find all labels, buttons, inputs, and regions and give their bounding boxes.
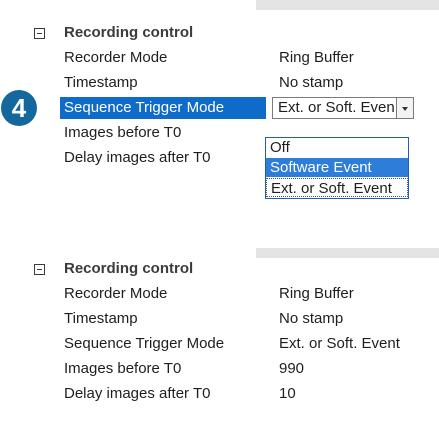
property-value[interactable]: Ring Buffer: [279, 285, 354, 302]
trigger-mode-dropdown-list[interactable]: Off Software Event Ext. or Soft. Event: [265, 137, 409, 199]
property-name: Timestamp: [64, 74, 138, 91]
dropdown-option-software-event[interactable]: Software Event: [266, 158, 408, 177]
property-row-recorder-mode[interactable]: Recorder Mode Ring Buffer: [0, 283, 439, 307]
collapse-icon[interactable]: [34, 264, 45, 275]
property-name: Images before T0: [64, 360, 182, 377]
property-value[interactable]: 990: [279, 360, 304, 377]
category-label: Recording control: [64, 24, 194, 41]
property-row-timestamp[interactable]: Timestamp No stamp: [0, 72, 439, 96]
property-grid-bottom: Recording control Recorder Mode Ring Buf…: [0, 248, 439, 418]
property-grid-top: Recording control Recorder Mode Ring Buf…: [0, 0, 439, 200]
grid-header-strip: [256, 0, 439, 10]
collapse-icon[interactable]: [34, 28, 45, 39]
property-value[interactable]: No stamp: [279, 310, 343, 327]
dropdown-option-off[interactable]: Off: [266, 138, 408, 157]
property-row-recorder-mode[interactable]: Recorder Mode Ring Buffer: [0, 47, 439, 71]
property-value[interactable]: No stamp: [279, 74, 343, 91]
property-name: Sequence Trigger Mode: [64, 335, 225, 352]
property-name: Timestamp: [64, 310, 138, 327]
grid-header-strip: [256, 248, 439, 258]
property-name: Recorder Mode: [64, 285, 168, 302]
combobox-value: Ext. or Soft. Even: [278, 99, 395, 116]
property-name: Recorder Mode: [64, 49, 168, 66]
property-row-delay-images-after-t0[interactable]: Delay images after T0 10: [0, 383, 439, 407]
property-name: Images before T0: [64, 124, 182, 141]
property-value[interactable]: 10: [279, 385, 296, 402]
property-row-images-before-t0[interactable]: Images before T0 990: [0, 358, 439, 382]
property-name: Delay images after T0: [64, 149, 211, 166]
category-row[interactable]: Recording control: [0, 22, 439, 46]
property-value[interactable]: Ring Buffer: [279, 49, 354, 66]
step-number-badge: 4: [1, 90, 37, 126]
category-label: Recording control: [64, 260, 194, 277]
category-row[interactable]: Recording control: [0, 258, 439, 282]
property-value[interactable]: Ext. or Soft. Event: [279, 335, 400, 352]
property-row-timestamp[interactable]: Timestamp No stamp: [0, 308, 439, 332]
chevron-down-icon[interactable]: [396, 98, 413, 118]
property-row-sequence-trigger-mode[interactable]: Sequence Trigger Mode Ext. or Soft. Even: [0, 97, 439, 121]
property-row-sequence-trigger-mode[interactable]: Sequence Trigger Mode Ext. or Soft. Even…: [0, 333, 439, 357]
property-name: Sequence Trigger Mode: [64, 99, 225, 116]
property-name: Delay images after T0: [64, 385, 211, 402]
dropdown-option-ext-or-soft-event[interactable]: Ext. or Soft. Event: [266, 178, 408, 197]
selected-property-name[interactable]: Sequence Trigger Mode: [60, 97, 266, 119]
trigger-mode-combobox[interactable]: Ext. or Soft. Even: [272, 97, 414, 119]
